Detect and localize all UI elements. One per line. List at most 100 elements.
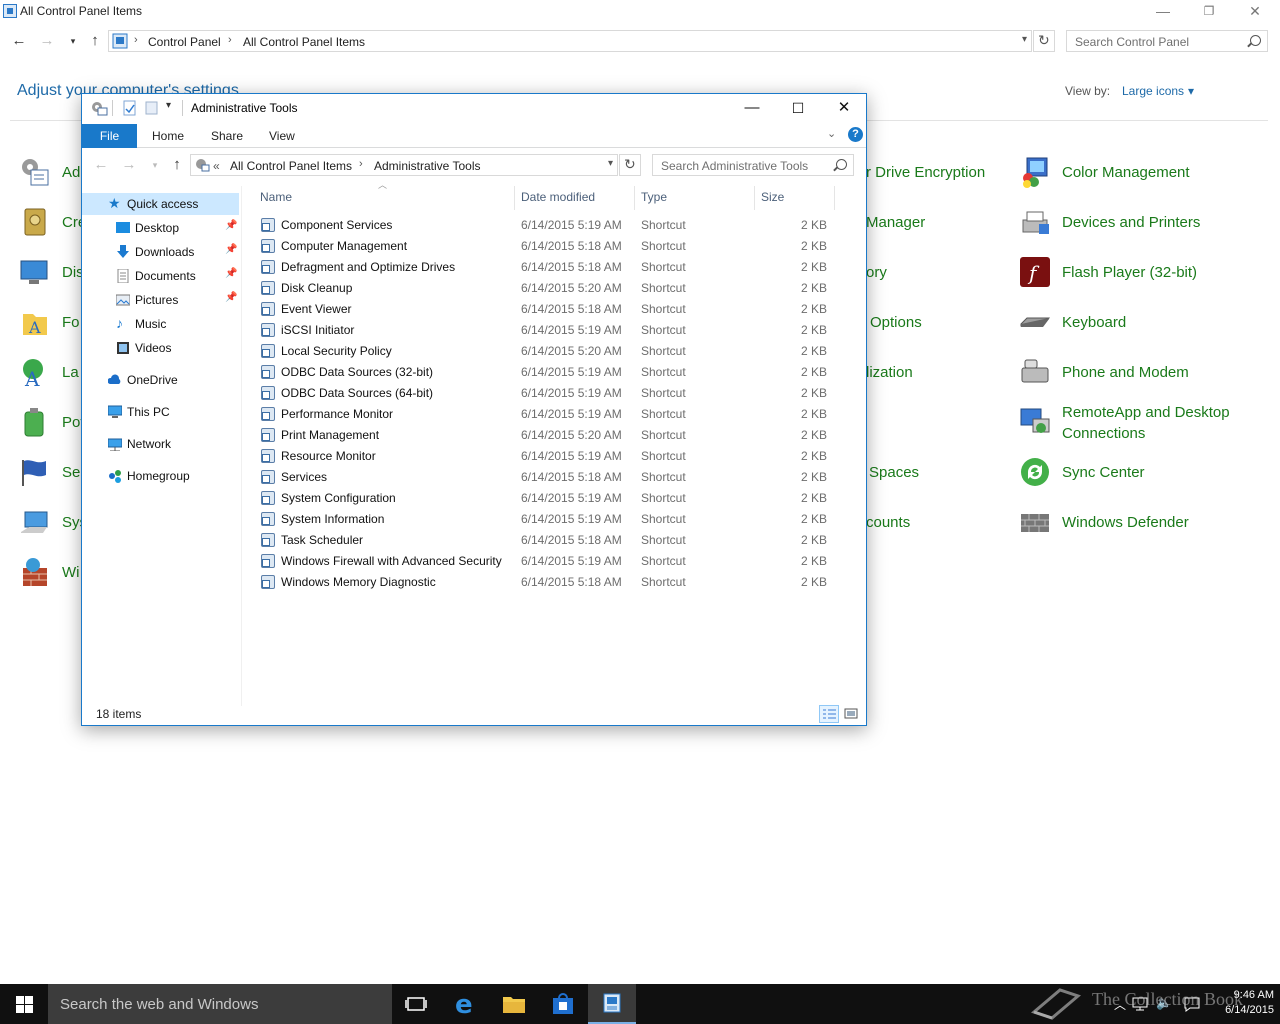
file-row[interactable]: Resource Monitor 6/14/2015 5:19 AM Shortcu… bbox=[252, 446, 852, 467]
file-row[interactable]: Computer Management 6/14/2015 5:18 AM Shor… bbox=[252, 236, 852, 257]
file-row[interactable]: ODBC Data Sources (32-bit) 6/14/2015 5:19… bbox=[252, 362, 852, 383]
tab-file[interactable]: File bbox=[82, 124, 137, 148]
cp-item-device-manager[interactable]: Manager bbox=[866, 204, 1006, 244]
explorer-address-box[interactable]: « All Control Panel Items › Administrati… bbox=[190, 154, 618, 176]
back-button[interactable]: ← bbox=[8, 28, 30, 54]
file-row[interactable]: Print Management 6/14/2015 5:20 AM Shortcu… bbox=[252, 425, 852, 446]
cp-item-remoteapp[interactable]: RemoteApp and Desktop Connections bbox=[1019, 404, 1259, 444]
cp-item-file-history[interactable]: ory bbox=[866, 254, 1006, 294]
explorer-back-button[interactable]: ← bbox=[90, 152, 112, 178]
explorer-maximize-button[interactable]: ☐ bbox=[775, 94, 821, 122]
cp-item-bitlocker[interactable]: r Drive Encryption bbox=[866, 154, 1006, 194]
tab-view[interactable]: View bbox=[269, 129, 295, 143]
up-button[interactable]: ↑ bbox=[84, 28, 106, 54]
recent-locations-button[interactable]: ▾ bbox=[62, 28, 84, 54]
file-row[interactable]: Windows Firewall with Advanced Security 6… bbox=[252, 551, 852, 572]
cp-item-credential-manager[interactable]: Cre bbox=[19, 204, 86, 244]
cp-item-color-management[interactable]: Color Management bbox=[1019, 154, 1239, 194]
cp-item-personalization[interactable]: lization bbox=[866, 354, 1006, 394]
breadcrumb-control-panel[interactable]: Control Panel bbox=[148, 35, 221, 49]
file-row[interactable]: Services 6/14/2015 5:18 AM Shortcut 2 KB bbox=[252, 467, 852, 488]
nav-documents[interactable]: Documents 📌 bbox=[82, 265, 239, 287]
file-row[interactable]: Performance Monitor 6/14/2015 5:19 AM Shor… bbox=[252, 404, 852, 425]
edge-button[interactable]: e bbox=[442, 984, 490, 1024]
cp-item-power-options[interactable]: Pov bbox=[19, 404, 88, 444]
nav-videos[interactable]: Videos bbox=[82, 337, 239, 359]
start-button[interactable] bbox=[0, 984, 48, 1024]
nav-downloads[interactable]: Downloads 📌 bbox=[82, 241, 239, 263]
file-row[interactable]: Local Security Policy 6/14/2015 5:20 AM Sh… bbox=[252, 341, 852, 362]
explorer-recent-button[interactable]: ▾ bbox=[144, 152, 166, 178]
column-header-name[interactable]: Name bbox=[252, 186, 515, 210]
pane-divider[interactable] bbox=[241, 186, 242, 706]
cp-item-display[interactable]: Dis bbox=[19, 254, 84, 294]
cp-item-admin-tools[interactable]: Ad bbox=[19, 154, 81, 194]
cp-item-fonts[interactable]: A Fo bbox=[19, 304, 81, 344]
forward-button[interactable]: → bbox=[36, 28, 58, 54]
address-overflow-icon[interactable]: « bbox=[213, 159, 220, 173]
cp-item-windows-firewall[interactable]: Wi bbox=[19, 554, 81, 594]
cp-item-flash-player[interactable]: f Flash Player (32-bit) bbox=[1019, 254, 1239, 294]
view-by-dropdown[interactable]: Large icons bbox=[1122, 84, 1194, 98]
cp-item-phone-modem[interactable]: Phone and Modem bbox=[1019, 354, 1239, 394]
nav-quick-access[interactable]: ★ Quick access bbox=[82, 193, 239, 215]
nav-onedrive[interactable]: OneDrive bbox=[82, 369, 239, 391]
cp-item-windows-defender[interactable]: Windows Defender bbox=[1019, 504, 1239, 544]
cp-item-internet-options[interactable]: Options bbox=[866, 304, 1006, 344]
file-row[interactable]: Event Viewer 6/14/2015 5:18 AM Shortcut 2 K… bbox=[252, 299, 852, 320]
column-header-date[interactable]: Date modified bbox=[515, 186, 635, 210]
file-row[interactable]: Windows Memory Diagnostic 6/14/2015 5:18 … bbox=[252, 572, 852, 593]
cp-item-security[interactable]: Sec bbox=[19, 454, 88, 494]
new-folder-icon[interactable] bbox=[144, 100, 160, 116]
cp-item-language[interactable]: A La bbox=[19, 354, 81, 394]
explorer-minimize-button[interactable]: — bbox=[729, 94, 775, 122]
details-view-button[interactable] bbox=[819, 705, 839, 723]
nav-pictures[interactable]: Pictures 📌 bbox=[82, 289, 239, 311]
explorer-forward-button[interactable]: → bbox=[118, 152, 140, 178]
large-icons-view-button[interactable] bbox=[841, 705, 861, 723]
help-icon[interactable]: ? bbox=[848, 127, 863, 142]
cp-item-storage-spaces[interactable]: Spaces bbox=[866, 454, 1006, 494]
task-view-button[interactable] bbox=[392, 984, 440, 1024]
explorer-close-button[interactable]: ✕ bbox=[821, 94, 867, 122]
address-box[interactable]: › Control Panel › All Control Panel Item… bbox=[108, 30, 1032, 52]
refresh-button[interactable]: ↻ bbox=[1033, 30, 1055, 52]
file-explorer-button[interactable] bbox=[490, 984, 538, 1024]
file-row[interactable]: Component Services 6/14/2015 5:19 AM Short… bbox=[252, 215, 852, 236]
taskbar-search-input[interactable]: Search the web and Windows bbox=[48, 984, 392, 1024]
qat-dropdown-icon[interactable]: ▾ bbox=[166, 100, 171, 116]
pin-icon[interactable]: 📌 bbox=[225, 220, 237, 231]
file-row[interactable]: Defragment and Optimize Drives 6/14/2015 … bbox=[252, 257, 852, 278]
cp-item-system[interactable]: Sys bbox=[19, 504, 87, 544]
file-row[interactable]: Disk Cleanup 6/14/2015 5:20 AM Shortcut 2 K… bbox=[252, 278, 852, 299]
control-panel-search-input[interactable]: Search Control Panel bbox=[1066, 30, 1268, 52]
control-panel-taskbar-button[interactable] bbox=[588, 984, 636, 1024]
tab-home[interactable]: Home bbox=[152, 129, 184, 143]
nav-desktop[interactable]: Desktop 📌 bbox=[82, 217, 239, 239]
pin-icon[interactable]: 📌 bbox=[225, 268, 237, 279]
tab-share[interactable]: Share bbox=[211, 129, 243, 143]
cp-item-sync-center[interactable]: Sync Center bbox=[1019, 454, 1239, 494]
restore-button[interactable]: ❐ bbox=[1186, 0, 1232, 24]
nav-network[interactable]: Network bbox=[82, 433, 239, 455]
column-header-size[interactable]: Size bbox=[755, 186, 835, 210]
address-dropdown-icon[interactable]: ▾ bbox=[1022, 34, 1027, 45]
store-button[interactable] bbox=[539, 984, 587, 1024]
explorer-up-button[interactable]: ↑ bbox=[166, 152, 188, 178]
cp-item-user-accounts[interactable]: counts bbox=[866, 504, 1006, 544]
cp-item-devices-printers[interactable]: Devices and Printers bbox=[1019, 204, 1239, 244]
breadcrumb-admin-tools[interactable]: Administrative Tools bbox=[374, 159, 481, 173]
nav-this-pc[interactable]: This PC bbox=[82, 401, 239, 423]
pin-icon[interactable]: 📌 bbox=[225, 244, 237, 255]
nav-homegroup[interactable]: Homegroup bbox=[82, 465, 239, 487]
explorer-search-input[interactable]: Search Administrative Tools bbox=[652, 154, 854, 176]
explorer-refresh-button[interactable]: ↻ bbox=[619, 154, 641, 176]
column-header-type[interactable]: Type bbox=[635, 186, 755, 210]
file-row[interactable]: System Information 6/14/2015 5:19 AM Short… bbox=[252, 509, 852, 530]
breadcrumb-all-items[interactable]: All Control Panel Items bbox=[230, 159, 352, 173]
file-row[interactable]: ODBC Data Sources (64-bit) 6/14/2015 5:19… bbox=[252, 383, 852, 404]
cp-item-keyboard[interactable]: Keyboard bbox=[1019, 304, 1239, 344]
minimize-button[interactable]: — bbox=[1140, 0, 1186, 24]
breadcrumb-all-items[interactable]: All Control Panel Items bbox=[243, 35, 365, 49]
expand-ribbon-icon[interactable]: ⌄ bbox=[827, 127, 836, 140]
